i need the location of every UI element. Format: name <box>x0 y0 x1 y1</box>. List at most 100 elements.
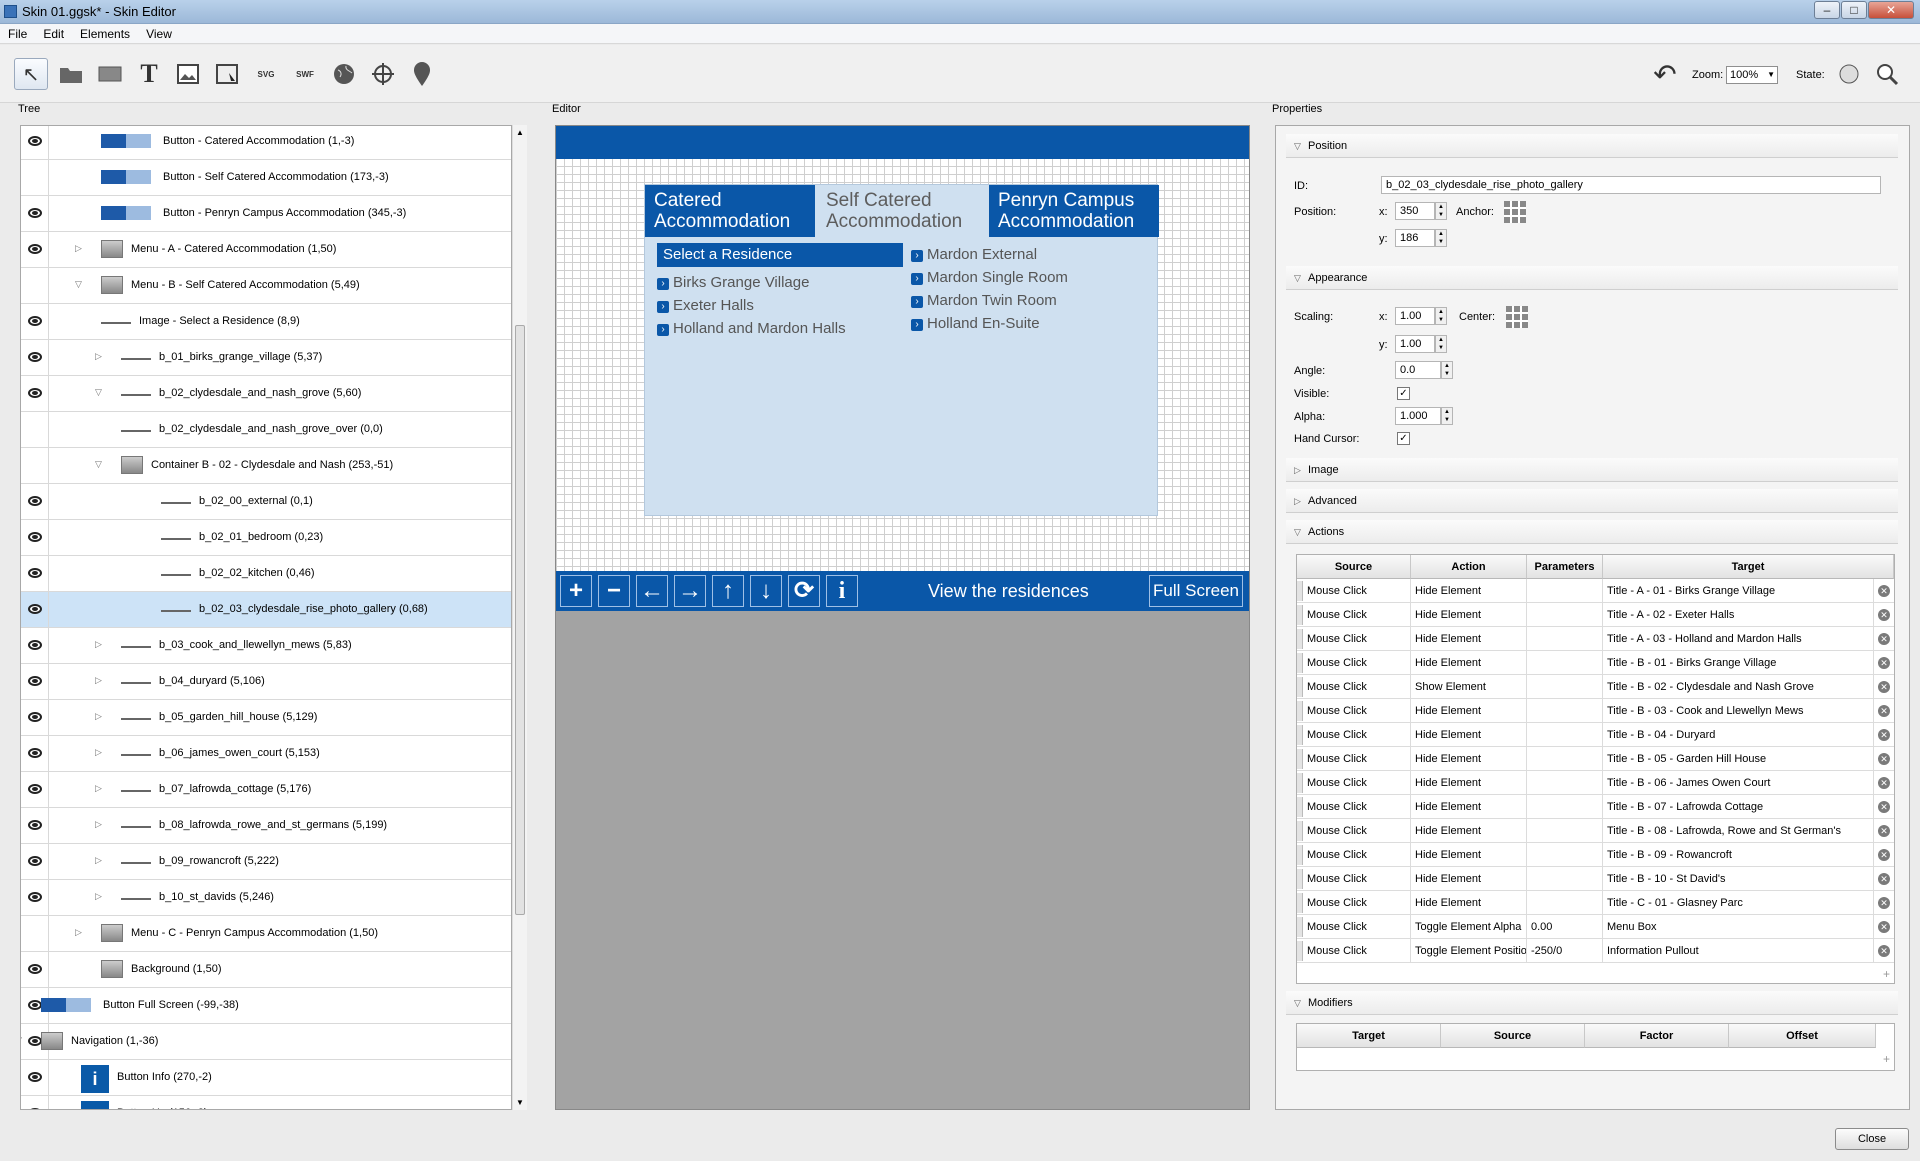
tree-row[interactable]: Background (1,50) <box>21 952 511 988</box>
group-position[interactable]: ▽ Position <box>1286 134 1898 158</box>
tree-row[interactable]: ▷ b_03_cook_and_llewellyn_mews (5,83) <box>21 628 511 664</box>
visibility-toggle[interactable] <box>21 268 49 304</box>
action-row[interactable]: Mouse Click Toggle Element Position -250/0… <box>1297 939 1894 963</box>
menu-edit[interactable]: Edit <box>35 24 72 44</box>
remove-action-icon[interactable]: ✕ <box>1878 729 1890 741</box>
arrow-right-icon[interactable]: → <box>674 575 706 607</box>
residence-link[interactable]: › Birks Grange Village <box>657 273 809 293</box>
tree-row[interactable]: ▷ b_05_garden_hill_house (5,129) <box>21 700 511 736</box>
scale-x-field[interactable]: 1.00 <box>1395 307 1435 325</box>
add-modifier-icon[interactable]: + <box>1883 1052 1890 1066</box>
action-cell[interactable] <box>1527 843 1603 867</box>
group-advanced[interactable]: ▷ Advanced <box>1286 489 1898 513</box>
action-cell[interactable]: Hide Element <box>1411 699 1527 723</box>
zoom-in-icon[interactable]: + <box>560 575 592 607</box>
tree-row[interactable]: ▷ b_07_lafrowda_cottage (5,176) <box>21 772 511 808</box>
actions-header-parameters[interactable]: Parameters <box>1527 555 1603 579</box>
modifiers-header-offset[interactable]: Offset <box>1729 1024 1876 1048</box>
action-cell[interactable]: Title - B - 03 - Cook and Llewellyn Mews <box>1603 699 1874 723</box>
action-cell[interactable]: Mouse Click <box>1297 675 1411 699</box>
tree-row[interactable]: ▷ b_04_duryard (5,106) <box>21 664 511 700</box>
expand-icon[interactable]: ▷ <box>75 927 82 938</box>
action-cell[interactable]: Mouse Click <box>1297 915 1411 939</box>
tree-row[interactable]: b_02_02_kitchen (0,46) <box>21 556 511 592</box>
action-cell[interactable]: Mouse Click <box>1297 843 1411 867</box>
tree-row[interactable]: ▽ Navigation (1,-36) <box>21 1024 511 1060</box>
visibility-toggle[interactable] <box>21 664 49 700</box>
anchor-grid-icon[interactable] <box>1504 201 1526 223</box>
actions-header-source[interactable]: Source <box>1297 555 1411 579</box>
tree-row[interactable]: Button - Catered Accommodation (1,-3) <box>21 126 511 160</box>
action-cell[interactable]: Title - A - 01 - Birks Grange Village <box>1603 579 1874 603</box>
visibility-toggle[interactable] <box>21 628 49 664</box>
tree-scrollbar[interactable]: ▲ ▼ <box>512 125 527 1110</box>
group-image[interactable]: ▷ Image <box>1286 458 1898 482</box>
group-modifiers[interactable]: ▽ Modifiers <box>1286 991 1898 1015</box>
tree-row[interactable]: Button Full Screen (-99,-38) <box>21 988 511 1024</box>
tab-self-catered[interactable]: Self Catered Accommodation <box>817 185 987 237</box>
remove-action-icon[interactable]: ✕ <box>1878 657 1890 669</box>
action-cell[interactable] <box>1527 867 1603 891</box>
tree-row[interactable]: ▷ Menu - A - Catered Accommodation (1,50) <box>21 232 511 268</box>
action-cell[interactable]: Information Pullout <box>1603 939 1874 963</box>
action-cell[interactable]: Toggle Element Alpha <box>1411 915 1527 939</box>
globe-icon[interactable] <box>327 58 361 90</box>
action-cell[interactable]: Hide Element <box>1411 867 1527 891</box>
remove-action-icon[interactable]: ✕ <box>1878 609 1890 621</box>
swf-icon[interactable]: SWF <box>288 58 322 90</box>
residence-link[interactable]: › Exeter Halls <box>657 296 754 316</box>
action-cell[interactable]: Mouse Click <box>1297 891 1411 915</box>
visibility-toggle[interactable] <box>21 160 49 196</box>
visibility-toggle[interactable] <box>21 808 49 844</box>
image-icon[interactable] <box>171 58 205 90</box>
action-cell[interactable]: Mouse Click <box>1297 795 1411 819</box>
remove-action-icon[interactable]: ✕ <box>1878 849 1890 861</box>
action-cell[interactable]: Hide Element <box>1411 723 1527 747</box>
maximize-icon[interactable]: □ <box>1841 1 1867 19</box>
x-spinner[interactable]: ▲ ▼ <box>1435 202 1447 220</box>
expand-icon[interactable]: ▷ <box>95 747 102 758</box>
close-button[interactable]: Close <box>1835 1128 1909 1150</box>
action-cell[interactable]: Mouse Click <box>1297 627 1411 651</box>
folder-icon[interactable] <box>54 58 88 90</box>
editor-canvas[interactable]: Catered Accommodation Self Catered Accom… <box>555 125 1250 1110</box>
remove-action-icon[interactable]: ✕ <box>1878 633 1890 645</box>
select-tool-icon[interactable]: ↖ <box>14 58 48 90</box>
text-icon[interactable]: T <box>132 58 166 90</box>
residence-link[interactable]: › Holland and Mardon Halls <box>657 319 846 339</box>
fullscreen-button[interactable]: Full Screen <box>1149 575 1243 607</box>
alpha-spinner[interactable]: ▲ ▼ <box>1441 407 1453 425</box>
center-grid-icon[interactable] <box>1506 306 1528 328</box>
tree-row[interactable]: b_02_clydesdale_and_nash_grove_over (0,0… <box>21 412 511 448</box>
action-cell[interactable] <box>1527 723 1603 747</box>
remove-action-icon[interactable]: ✕ <box>1878 873 1890 885</box>
modifiers-header-target[interactable]: Target <box>1297 1024 1441 1048</box>
tree-row[interactable]: ▷ b_08_lafrowda_rowe_and_st_germans (5,19… <box>21 808 511 844</box>
action-cell[interactable]: Title - B - 08 - Lafrowda, Rowe and St G… <box>1603 819 1874 843</box>
remove-action-icon[interactable]: ✕ <box>1878 705 1890 717</box>
tree-row[interactable]: ▷ b_10_st_davids (5,246) <box>21 880 511 916</box>
scale-x-spinner[interactable]: ▲ ▼ <box>1435 307 1447 325</box>
action-cell[interactable]: Title - B - 07 - Lafrowda Cottage <box>1603 795 1874 819</box>
action-cell[interactable]: Title - A - 03 - Holland and Mardon Hall… <box>1603 627 1874 651</box>
tree-row[interactable]: ▽ Menu - B - Self Catered Accommodation (… <box>21 268 511 304</box>
modifiers-header-factor[interactable]: Factor <box>1585 1024 1729 1048</box>
arrow-up-icon[interactable]: ↑ <box>712 575 744 607</box>
action-cell[interactable]: Mouse Click <box>1297 699 1411 723</box>
residence-link[interactable]: › Mardon External <box>911 245 1037 265</box>
action-row[interactable]: Mouse Click Hide Element Title - B - 03 - … <box>1297 699 1894 723</box>
y-spinner[interactable]: ▲ ▼ <box>1435 229 1447 247</box>
action-cell[interactable]: Hide Element <box>1411 795 1527 819</box>
action-cell[interactable]: Hide Element <box>1411 627 1527 651</box>
rectangle-icon[interactable] <box>93 58 127 90</box>
visibility-toggle[interactable] <box>21 736 49 772</box>
zoom-out-icon[interactable]: − <box>598 575 630 607</box>
remove-action-icon[interactable]: ✕ <box>1878 921 1890 933</box>
visibility-toggle[interactable] <box>21 340 49 376</box>
action-cell[interactable]: Hide Element <box>1411 747 1527 771</box>
group-appearance[interactable]: ▽ Appearance <box>1286 266 1898 290</box>
scroll-up-icon[interactable]: ▲ <box>516 128 524 137</box>
action-cell[interactable] <box>1527 795 1603 819</box>
visibility-toggle[interactable] <box>21 700 49 736</box>
visibility-toggle[interactable] <box>21 304 49 340</box>
